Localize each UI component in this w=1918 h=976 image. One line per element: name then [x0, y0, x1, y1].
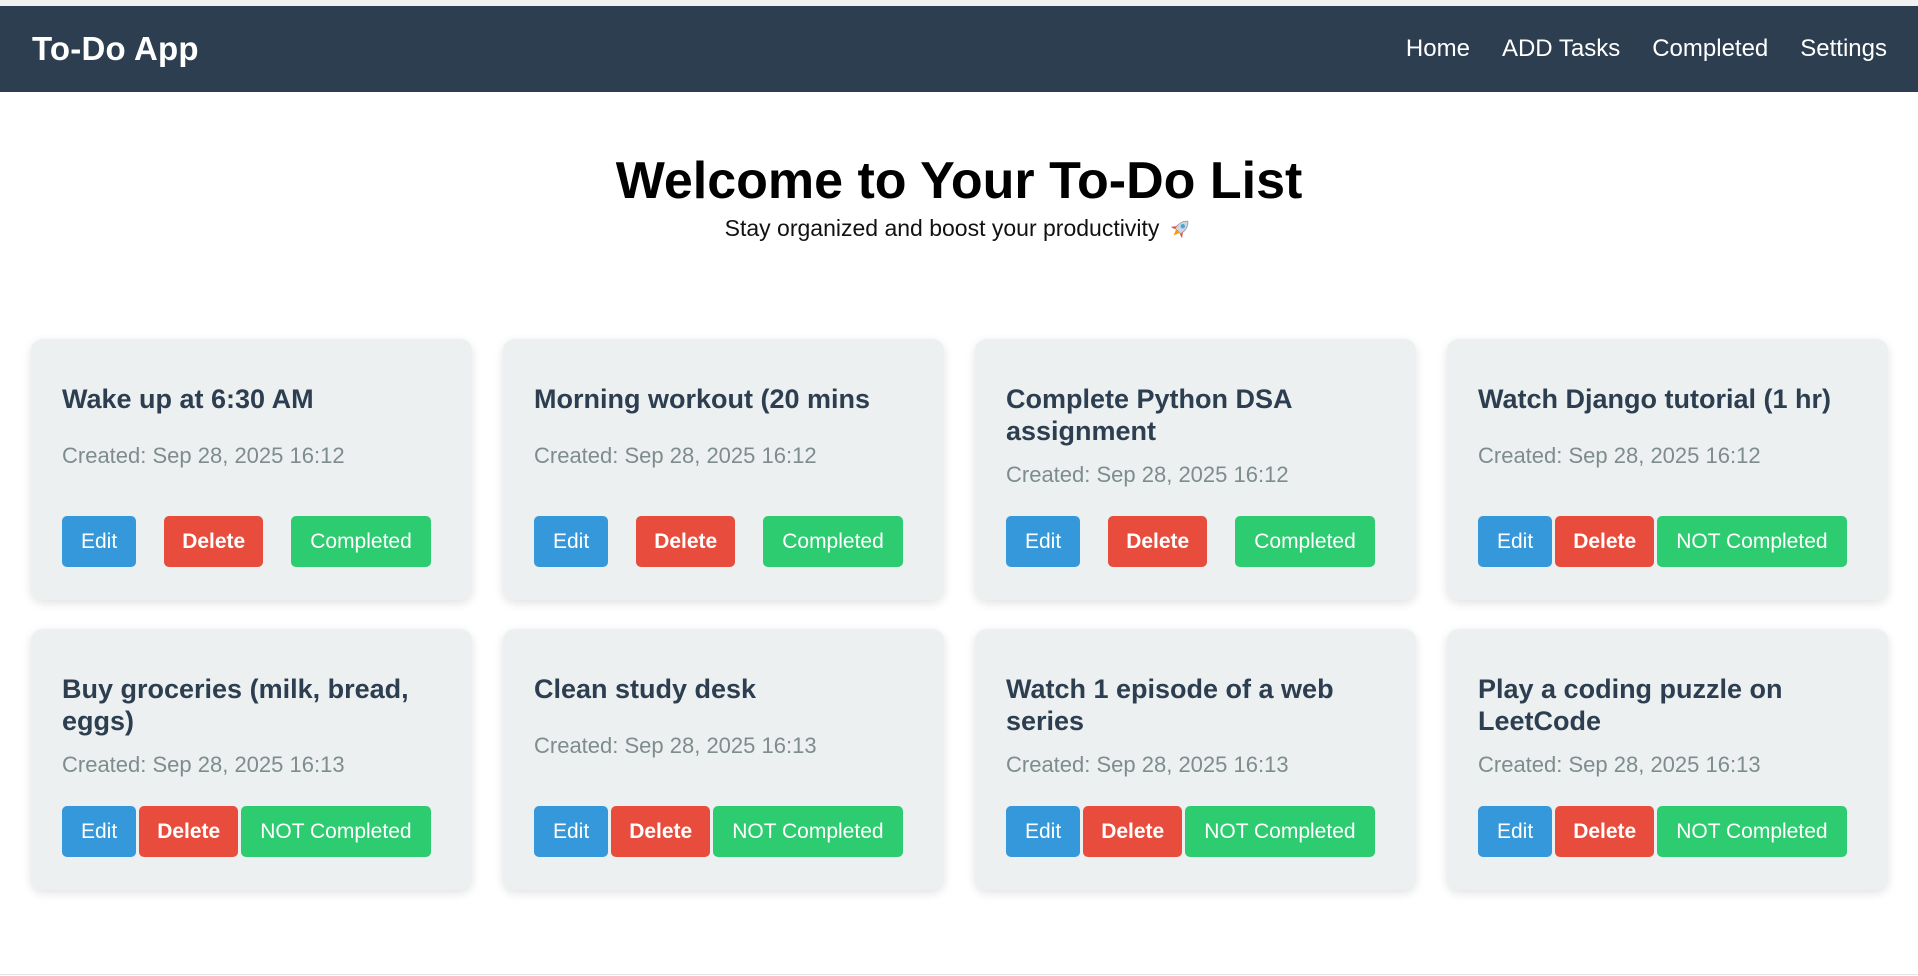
- page-subtitle: Stay organized and boost your productivi…: [725, 215, 1194, 242]
- nav-link-add-tasks[interactable]: ADD Tasks: [1502, 35, 1620, 63]
- edit-button[interactable]: Edit: [534, 516, 609, 567]
- task-actions: Edit Delete Completed: [534, 516, 913, 567]
- task-actions: Edit Delete Completed: [62, 516, 441, 567]
- task-created-date: Created: Sep 28, 2025 16:13: [1006, 752, 1289, 777]
- task-card: Morning workout (20 mins Created: Sep 28…: [503, 339, 944, 600]
- task-card: Clean study desk Created: Sep 28, 2025 1…: [503, 629, 944, 890]
- delete-button[interactable]: Delete: [636, 516, 736, 567]
- brand-logo[interactable]: To-Do App: [32, 30, 199, 68]
- nav-links: Home ADD Tasks Completed Settings: [1406, 35, 1887, 63]
- status-toggle-button[interactable]: NOT Completed: [241, 806, 431, 857]
- task-title: Watch Django tutorial (1 hr): [1478, 384, 1831, 414]
- status-toggle-button[interactable]: Completed: [763, 516, 903, 567]
- edit-button[interactable]: Edit: [62, 516, 137, 567]
- task-card: Play a coding puzzle on LeetCode Created…: [1447, 629, 1888, 890]
- status-toggle-button[interactable]: Completed: [291, 516, 431, 567]
- edit-button[interactable]: Edit: [1478, 806, 1553, 857]
- nav-link-completed[interactable]: Completed: [1652, 35, 1768, 63]
- task-card: Watch 1 episode of a web series Created:…: [975, 629, 1416, 890]
- delete-button[interactable]: Delete: [1555, 516, 1655, 567]
- task-created-date: Created: Sep 28, 2025 16:12: [62, 443, 345, 468]
- task-created-date: Created: Sep 28, 2025 16:13: [62, 752, 345, 777]
- status-toggle-button[interactable]: NOT Completed: [1185, 806, 1375, 857]
- task-created-date: Created: Sep 28, 2025 16:12: [1478, 443, 1761, 468]
- task-created-date: Created: Sep 28, 2025 16:13: [1478, 752, 1761, 777]
- edit-button[interactable]: Edit: [1006, 516, 1081, 567]
- task-title: Wake up at 6:30 AM: [62, 384, 314, 414]
- delete-button[interactable]: Delete: [1108, 516, 1208, 567]
- delete-button[interactable]: Delete: [164, 516, 264, 567]
- status-toggle-button[interactable]: Completed: [1235, 516, 1375, 567]
- task-card: Wake up at 6:30 AM Created: Sep 28, 2025…: [31, 339, 472, 600]
- task-card: Complete Python DSA assignment Created: …: [975, 339, 1416, 600]
- task-actions: Edit Delete NOT Completed: [62, 806, 441, 857]
- task-actions: Edit Delete Completed: [1006, 516, 1385, 567]
- rocket-icon: [1167, 216, 1193, 242]
- task-title: Clean study desk: [534, 674, 757, 704]
- status-toggle-button[interactable]: NOT Completed: [1657, 516, 1847, 567]
- edit-button[interactable]: Edit: [62, 806, 137, 857]
- delete-button[interactable]: Delete: [611, 806, 711, 857]
- delete-button[interactable]: Delete: [139, 806, 239, 857]
- navbar: To-Do App Home ADD Tasks Completed Setti…: [0, 6, 1918, 92]
- delete-button[interactable]: Delete: [1083, 806, 1183, 857]
- status-toggle-button[interactable]: NOT Completed: [1657, 806, 1847, 857]
- status-toggle-button[interactable]: NOT Completed: [713, 806, 903, 857]
- nav-link-settings[interactable]: Settings: [1800, 35, 1887, 63]
- task-card: Buy groceries (milk, bread, eggs) Create…: [31, 629, 472, 890]
- task-created-date: Created: Sep 28, 2025 16:12: [1006, 462, 1289, 487]
- subtitle-text: Stay organized and boost your productivi…: [724, 215, 1160, 241]
- task-grid: Wake up at 6:30 AM Created: Sep 28, 2025…: [0, 242, 1918, 890]
- task-actions: Edit Delete NOT Completed: [1478, 806, 1857, 857]
- edit-button[interactable]: Edit: [534, 806, 609, 857]
- task-title: Play a coding puzzle on LeetCode: [1478, 674, 1783, 736]
- edit-button[interactable]: Edit: [1006, 806, 1081, 857]
- footer-divider: [0, 974, 1918, 975]
- delete-button[interactable]: Delete: [1555, 806, 1655, 857]
- nav-link-home[interactable]: Home: [1406, 35, 1470, 63]
- task-title: Watch 1 episode of a web series: [1006, 674, 1334, 736]
- task-actions: Edit Delete NOT Completed: [534, 806, 913, 857]
- task-card: Watch Django tutorial (1 hr) Created: Se…: [1447, 339, 1888, 600]
- task-title: Complete Python DSA assignment: [1006, 384, 1292, 446]
- page-title: Welcome to Your To-Do List: [615, 152, 1303, 210]
- task-created-date: Created: Sep 28, 2025 16:12: [534, 443, 817, 468]
- hero-section: Welcome to Your To-Do List Stay organize…: [0, 92, 1918, 242]
- task-actions: Edit Delete NOT Completed: [1478, 516, 1857, 567]
- task-created-date: Created: Sep 28, 2025 16:13: [534, 733, 817, 758]
- task-title: Morning workout (20 mins: [534, 384, 871, 414]
- task-title: Buy groceries (milk, bread, eggs): [62, 674, 409, 736]
- edit-button[interactable]: Edit: [1478, 516, 1553, 567]
- task-actions: Edit Delete NOT Completed: [1006, 806, 1385, 857]
